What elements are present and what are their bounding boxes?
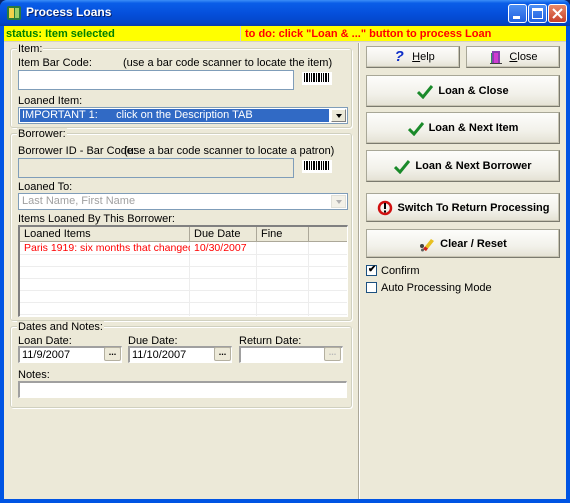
barcode-icon [302, 72, 332, 85]
maximize-icon [532, 8, 543, 19]
chevron-down-icon[interactable] [331, 109, 346, 122]
loaned-item-label: Loaned Item: [18, 95, 83, 107]
column-header-due-date[interactable]: Due Date [190, 227, 257, 242]
switch-icon [377, 200, 392, 215]
loan-close-label: Loan & Close [438, 85, 509, 97]
maximize-button[interactable] [528, 4, 547, 23]
item-barcode-input[interactable] [18, 70, 294, 90]
check-icon [394, 160, 411, 174]
borrower-barcode-label: Borrower ID - Bar Code: [18, 145, 136, 157]
borrower-group-legend: Borrower: [17, 128, 67, 140]
grid-line [20, 254, 347, 255]
dates-notes-legend: Dates and Notes: [17, 321, 104, 333]
loaned-to-label: Loaned To: [18, 181, 73, 193]
grid-line [20, 290, 347, 291]
item-group-legend: Item: [17, 43, 44, 55]
client-area: status: Item selected to do: click "Loan… [4, 26, 566, 499]
close-icon [552, 8, 563, 19]
process-loans-window: Process Loans status: Item selected to d… [0, 0, 570, 503]
check-icon [417, 85, 434, 99]
loan-next-item-button[interactable]: Loan & Next Item [366, 112, 560, 144]
loaned-to-placeholder: Last Name, First Name [22, 195, 136, 207]
panel-divider [358, 43, 360, 499]
due-date-picker-button[interactable]: ... [214, 347, 231, 361]
grid-line [20, 278, 347, 279]
loaned-to-select[interactable]: Last Name, First Name [18, 193, 348, 210]
auto-processing-label[interactable]: Auto Processing Mode [381, 282, 492, 294]
items-loaned-label: Items Loaned By This Borrower: [18, 213, 175, 225]
grid-header: Loaned Items Due Date Fine [20, 227, 347, 242]
minimize-button[interactable] [508, 4, 527, 23]
fine-cell [257, 242, 309, 254]
confirm-checkbox[interactable]: ✔ [366, 264, 377, 276]
clear-reset-button[interactable]: Clear / Reset [366, 229, 560, 258]
auto-processing-checkbox[interactable] [366, 282, 377, 293]
notes-label: Notes: [18, 369, 50, 381]
confirm-label[interactable]: Confirm [381, 265, 420, 277]
loaned-items-grid[interactable]: Loaned Items Due Date Fine Paris 1919: s… [18, 225, 348, 317]
due-date-cell: 10/30/2007 [194, 242, 247, 254]
app-icon [7, 6, 21, 20]
title-bar[interactable]: Process Loans [0, 0, 570, 26]
loan-next-borrower-label: Loan & Next Borrower [415, 160, 532, 172]
status-bar: status: Item selected to do: click "Loan… [4, 26, 566, 42]
eraser-icon [420, 238, 435, 251]
status-text: status: Item selected [4, 26, 241, 42]
loan-next-borrower-button[interactable]: Loan & Next Borrower [366, 150, 560, 182]
close-label: Close [509, 51, 538, 63]
column-header-fine[interactable]: Fine [257, 227, 309, 242]
window-title: Process Loans [26, 5, 112, 19]
borrower-barcode-hint: (use a bar code scanner to locate a patr… [124, 145, 335, 157]
todo-text: to do: click "Loan & ..." button to proc… [245, 28, 492, 40]
loaned-item-cell: Paris 1919: six months that changed th..… [24, 242, 190, 254]
item-barcode-label: Item Bar Code: [18, 57, 92, 69]
loan-close-button[interactable]: Loan & Close [366, 75, 560, 107]
help-icon: ? [394, 48, 404, 65]
loaned-item-select[interactable]: IMPORTANT 1: click on the Description TA… [18, 107, 348, 124]
notes-input[interactable] [18, 381, 347, 398]
clear-reset-label: Clear / Reset [440, 237, 507, 250]
switch-return-button[interactable]: Switch To Return Processing [366, 193, 560, 222]
return-date-picker-button[interactable]: ... [324, 347, 341, 361]
chevron-down-icon[interactable] [331, 195, 346, 208]
item-barcode-hint: (use a bar code scanner to locate the it… [123, 57, 333, 69]
grid-line [20, 302, 347, 303]
check-icon [407, 122, 424, 136]
exit-door-icon [490, 51, 503, 64]
barcode-icon [302, 160, 332, 173]
loan-date-picker-button[interactable]: ... [104, 347, 121, 361]
close-window-button[interactable] [548, 4, 567, 23]
column-header-extra [309, 227, 347, 242]
borrower-barcode-input[interactable] [18, 158, 294, 178]
help-label: Help [412, 51, 435, 63]
column-header-loaned-items[interactable]: Loaned Items [20, 227, 190, 242]
loan-next-item-label: Loan & Next Item [428, 122, 519, 134]
checkmark-icon: ✔ [368, 264, 377, 275]
grid-line [20, 314, 347, 315]
switch-return-label: Switch To Return Processing [397, 201, 550, 214]
grid-line [20, 266, 347, 267]
loaned-item-value: IMPORTANT 1: click on the Description TA… [20, 109, 329, 122]
minimize-icon [513, 16, 520, 19]
close-button[interactable]: Close [466, 46, 560, 68]
help-button[interactable]: ? Help [366, 46, 460, 68]
